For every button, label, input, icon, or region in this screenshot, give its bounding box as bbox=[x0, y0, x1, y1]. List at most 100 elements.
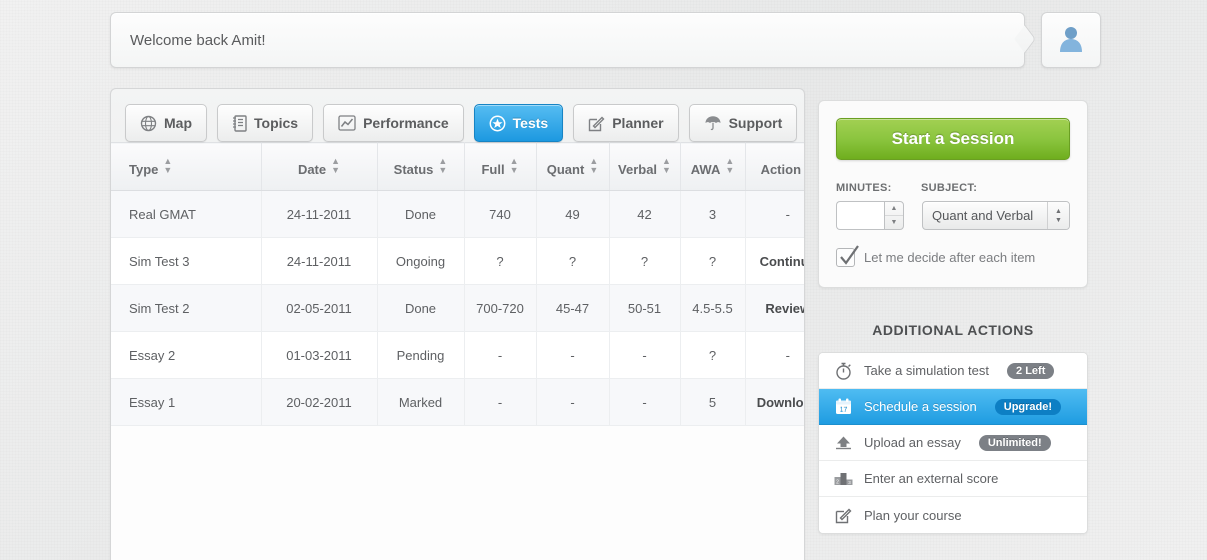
calendar-icon: 17 bbox=[833, 398, 853, 415]
header-label: AWA bbox=[691, 162, 721, 177]
action-plan-your-course[interactable]: Plan your course bbox=[819, 497, 1087, 533]
action-review-link[interactable]: Review bbox=[745, 285, 805, 332]
podium-icon: 23 bbox=[833, 471, 853, 486]
column-header-verbal[interactable]: Verbal ▲▼ bbox=[609, 143, 680, 191]
subject-select-value: Quant and Verbal bbox=[923, 202, 1047, 229]
subject-select[interactable]: Quant and Verbal ▲▼ bbox=[922, 201, 1070, 230]
start-session-button[interactable]: Start a Session bbox=[836, 118, 1070, 160]
tab-bar: Map Topics Performance Tests bbox=[111, 89, 804, 142]
cell-status: Ongoing bbox=[377, 238, 464, 285]
action-upload-essay[interactable]: Upload an essay Unlimited! bbox=[819, 425, 1087, 461]
cell-verbal: - bbox=[609, 379, 680, 426]
column-header-full[interactable]: Full▲▼ bbox=[464, 143, 536, 191]
cell-date: 24-11-2011 bbox=[261, 238, 377, 285]
column-header-type[interactable]: Type ▲▼ bbox=[111, 143, 261, 191]
tests-table: Type▲▼ Date▲▼ Status▲▼ Full▲▼ Quant▲▼ Ve… bbox=[111, 142, 805, 426]
tab-planner[interactable]: Planner bbox=[573, 104, 678, 142]
cell-date: 02-05-2011 bbox=[261, 285, 377, 332]
sort-arrows-icon: ▲▼ bbox=[662, 157, 671, 175]
cell-date: 01-03-2011 bbox=[261, 332, 377, 379]
cell-verbal: 42 bbox=[609, 191, 680, 238]
decide-after-item-checkbox[interactable] bbox=[836, 248, 855, 267]
cell-awa: ? bbox=[680, 238, 745, 285]
action-continue-link[interactable]: Continue bbox=[745, 238, 805, 285]
table-row[interactable]: Real GMAT 24-11-2011 Done 740 49 42 3 - bbox=[111, 191, 805, 238]
tab-performance-label: Performance bbox=[363, 115, 449, 131]
cell-date: 20-02-2011 bbox=[261, 379, 377, 426]
header-label: Verbal bbox=[618, 162, 657, 177]
cell-quant: - bbox=[536, 332, 609, 379]
cell-type: Essay 1 bbox=[111, 379, 261, 426]
welcome-text: Welcome back Amit! bbox=[130, 32, 266, 49]
action-label: Enter an external score bbox=[864, 471, 998, 486]
stepper-up-icon[interactable]: ▲ bbox=[885, 202, 903, 216]
cell-awa: ? bbox=[680, 332, 745, 379]
welcome-bubble: Welcome back Amit! bbox=[110, 12, 1025, 68]
start-session-card: Start a Session MINUTES: SUBJECT: ▲ ▼ Qu… bbox=[818, 100, 1088, 288]
tab-tests-label: Tests bbox=[513, 115, 549, 131]
tab-performance[interactable]: Performance bbox=[323, 104, 464, 142]
decide-after-item-row[interactable]: Let me decide after each item bbox=[836, 248, 1070, 267]
cell-verbal: - bbox=[609, 332, 680, 379]
header-label: Action bbox=[761, 162, 801, 177]
header-label: Date bbox=[298, 162, 326, 177]
table-row[interactable]: Sim Test 2 02-05-2011 Done 700-720 45-47… bbox=[111, 285, 805, 332]
tab-tests[interactable]: Tests bbox=[474, 104, 564, 142]
tests-panel: Map Topics Performance Tests bbox=[110, 88, 805, 560]
table-row[interactable]: Sim Test 3 24-11-2011 Ongoing ? ? ? ? Co… bbox=[111, 238, 805, 285]
cell-verbal: ? bbox=[609, 238, 680, 285]
table-row[interactable]: Essay 2 01-03-2011 Pending - - - ? - bbox=[111, 332, 805, 379]
cell-awa: 4.5-5.5 bbox=[680, 285, 745, 332]
target-star-icon bbox=[489, 115, 506, 132]
action-label: Schedule a session bbox=[864, 399, 977, 414]
notebook-icon bbox=[232, 115, 247, 132]
cell-full: - bbox=[464, 379, 536, 426]
subject-label: SUBJECT: bbox=[921, 182, 977, 194]
column-header-awa[interactable]: AWA ▲▼ bbox=[680, 143, 745, 191]
tab-support[interactable]: Support bbox=[689, 104, 798, 142]
tab-topics[interactable]: Topics bbox=[217, 104, 313, 142]
sort-arrows-icon: ▲▼ bbox=[331, 157, 340, 175]
action-label: Upload an essay bbox=[864, 435, 961, 450]
tab-map-label: Map bbox=[164, 115, 192, 131]
edit-square-icon bbox=[833, 507, 853, 524]
cell-type: Sim Test 3 bbox=[111, 238, 261, 285]
minutes-input[interactable] bbox=[836, 201, 884, 230]
chevron-updown-icon: ▲▼ bbox=[1047, 202, 1069, 229]
cell-quant: 49 bbox=[536, 191, 609, 238]
action-enter-external-score[interactable]: 23 Enter an external score bbox=[819, 461, 1087, 497]
action-download-link[interactable]: Download bbox=[745, 379, 805, 426]
user-avatar-icon bbox=[1058, 24, 1084, 57]
welcome-banner: Welcome back Amit! bbox=[110, 12, 1025, 68]
cell-action: - bbox=[745, 332, 805, 379]
column-header-action[interactable]: Action▲▼ bbox=[745, 143, 805, 191]
cell-action: - bbox=[745, 191, 805, 238]
status-badge: 2 Left bbox=[1007, 363, 1054, 379]
table-row[interactable]: Essay 1 20-02-2011 Marked - - - 5 Downlo… bbox=[111, 379, 805, 426]
action-label: Take a simulation test bbox=[864, 363, 989, 378]
cell-status: Marked bbox=[377, 379, 464, 426]
header-label: Quant bbox=[547, 162, 585, 177]
sort-arrows-icon: ▲▼ bbox=[163, 157, 172, 175]
header-label: Type bbox=[129, 162, 158, 177]
sort-arrows-icon: ▲▼ bbox=[438, 157, 447, 175]
tab-map[interactable]: Map bbox=[125, 104, 207, 142]
stepper-down-icon[interactable]: ▼ bbox=[885, 216, 903, 229]
minutes-label: MINUTES: bbox=[836, 182, 921, 194]
cell-awa: 5 bbox=[680, 379, 745, 426]
minutes-spinner-buttons[interactable]: ▲ ▼ bbox=[884, 201, 904, 230]
avatar[interactable] bbox=[1041, 12, 1101, 68]
cell-type: Real GMAT bbox=[111, 191, 261, 238]
action-schedule-session[interactable]: 17 Schedule a session Upgrade! bbox=[819, 389, 1087, 425]
action-take-simulation-test[interactable]: Take a simulation test 2 Left bbox=[819, 353, 1087, 389]
sort-arrows-icon: ▲▼ bbox=[510, 157, 519, 175]
svg-text:2: 2 bbox=[836, 480, 839, 486]
sort-arrows-icon: ▲▼ bbox=[725, 157, 734, 175]
additional-actions-title: ADDITIONAL ACTIONS bbox=[818, 322, 1088, 338]
cell-date: 24-11-2011 bbox=[261, 191, 377, 238]
column-header-date[interactable]: Date ▲▼ bbox=[261, 143, 377, 191]
stopwatch-icon bbox=[833, 362, 853, 380]
column-header-quant[interactable]: Quant▲▼ bbox=[536, 143, 609, 191]
tab-support-label: Support bbox=[729, 115, 783, 131]
column-header-status[interactable]: Status▲▼ bbox=[377, 143, 464, 191]
